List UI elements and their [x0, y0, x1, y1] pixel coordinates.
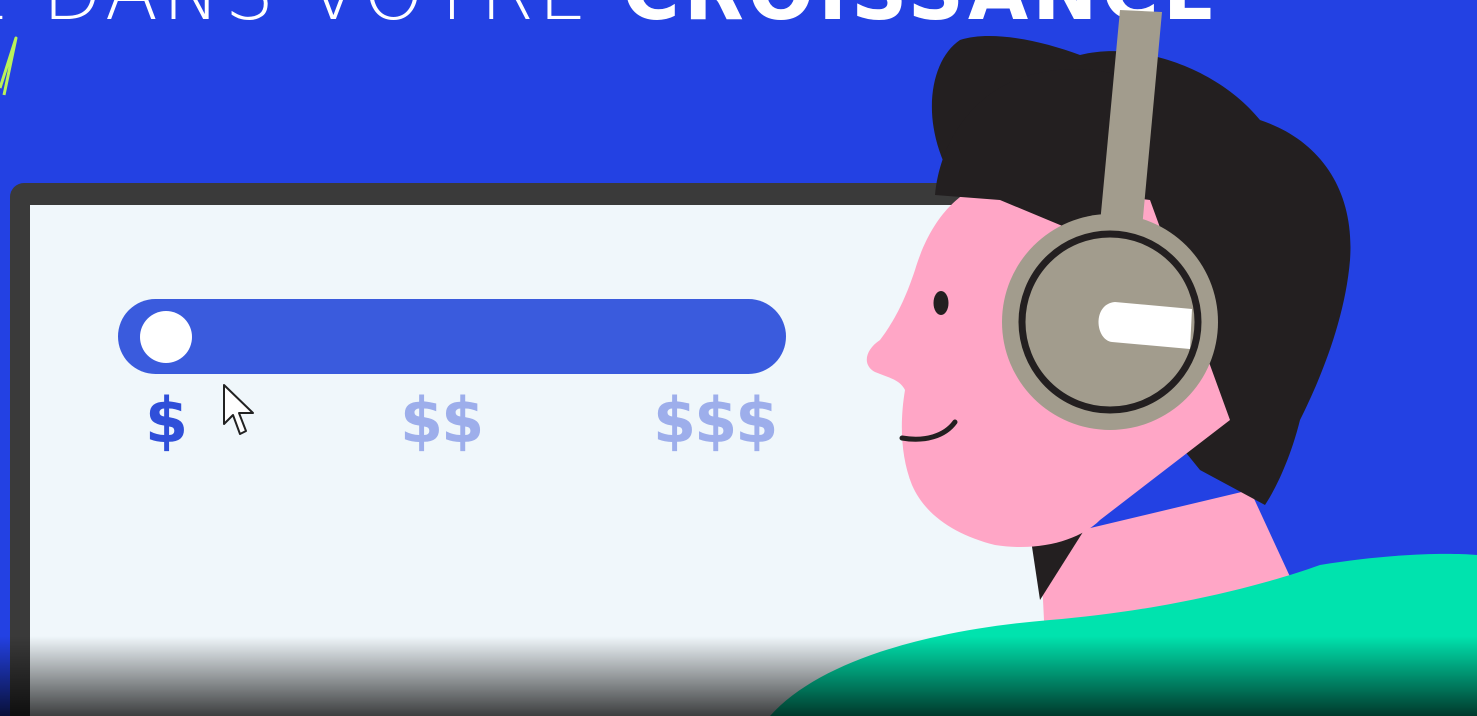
accent-stroke	[0, 36, 18, 96]
price-slider[interactable]	[118, 299, 786, 374]
illustration	[0, 10, 1477, 716]
eye	[933, 291, 949, 315]
price-tier-high[interactable]: $$$	[653, 390, 778, 452]
price-tier-mid[interactable]: $$	[400, 390, 484, 452]
price-tier-low[interactable]: $	[145, 390, 188, 452]
headphone-highlight	[1098, 302, 1192, 349]
slider-track[interactable]	[118, 299, 786, 374]
slider-knob[interactable]	[140, 311, 192, 363]
